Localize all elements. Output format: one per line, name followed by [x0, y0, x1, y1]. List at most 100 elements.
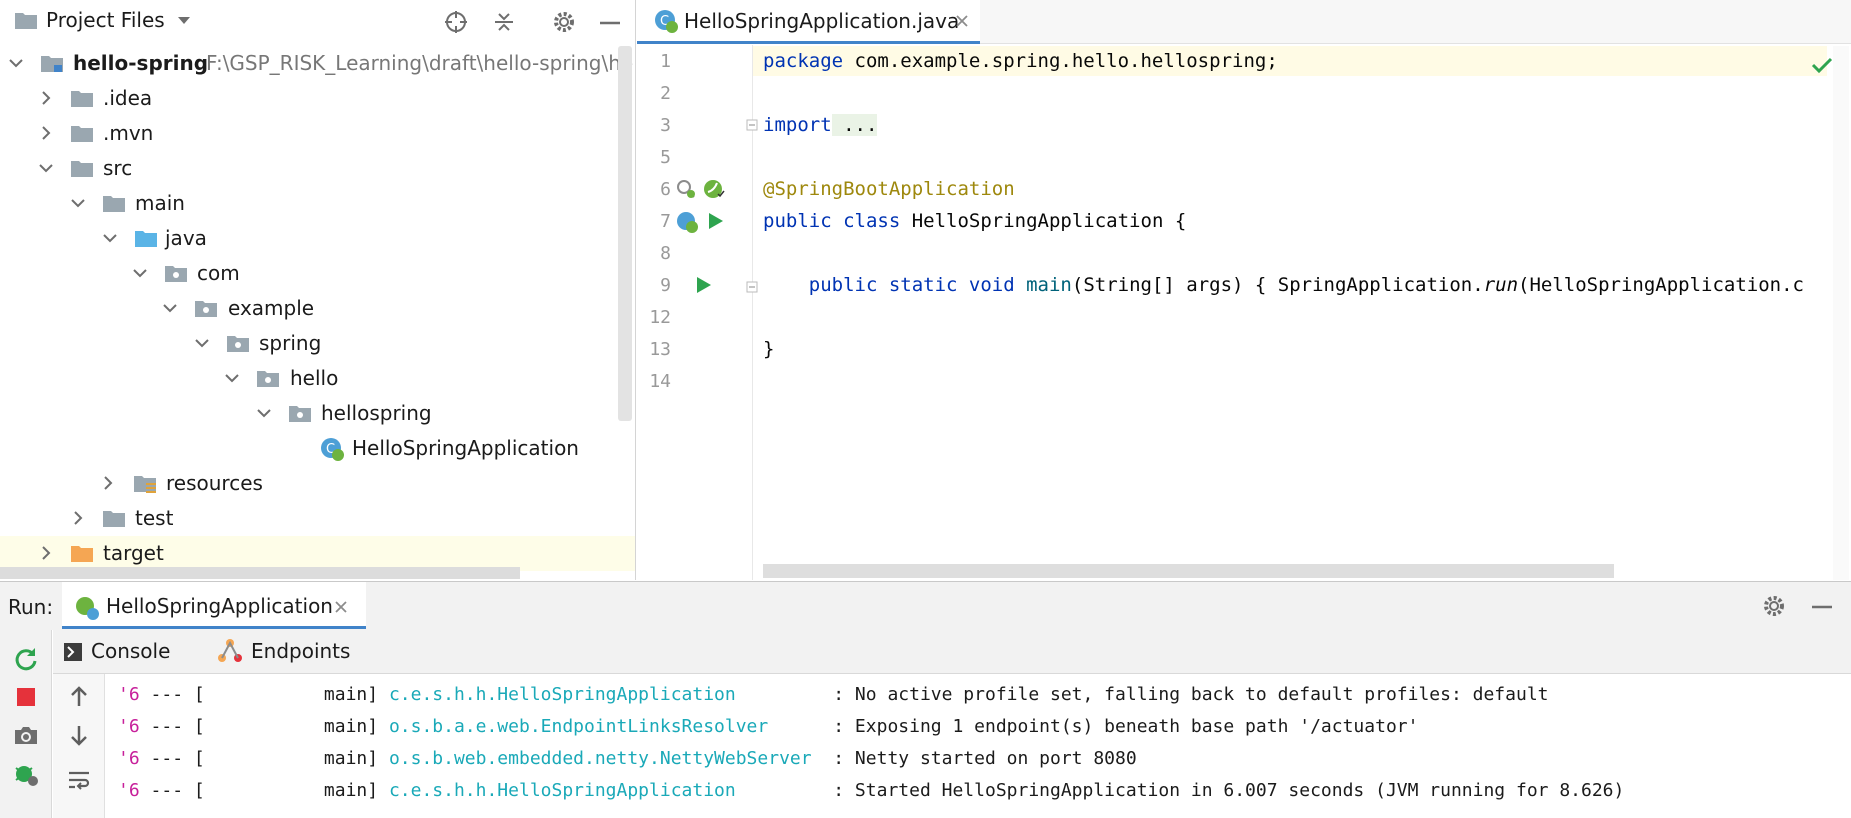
tree-item-mvn[interactable]: .mvn [0, 116, 635, 151]
tree-item-root[interactable]: hello-spring F:\GSP_RISK_Learning\draft\… [0, 46, 635, 81]
endpoints-icon [218, 639, 242, 662]
chevron-down-icon[interactable] [194, 335, 210, 351]
fold-marker-icon[interactable] [746, 119, 758, 133]
run-icon[interactable] [695, 275, 713, 295]
code-line-9[interactable]: public static void main(String[] args) {… [763, 274, 1804, 296]
spring-run-icon [76, 597, 99, 620]
chevron-down-icon[interactable] [70, 195, 86, 211]
tree-item-target[interactable]: target [0, 536, 635, 571]
gear-icon[interactable] [552, 10, 576, 34]
code-line-13[interactable]: } [763, 338, 774, 360]
chevron-down-icon[interactable] [256, 405, 272, 421]
fold-marker-icon[interactable] [746, 281, 758, 295]
minimize-icon[interactable] [1810, 594, 1834, 618]
log-thread: --- [ main] [139, 780, 389, 801]
console-toolbar [53, 674, 105, 818]
code-line-6[interactable]: @SpringBootApplication [763, 178, 1015, 200]
debug-restart-icon[interactable] [12, 760, 40, 788]
code-keyword: import [763, 114, 832, 136]
tree-item-com[interactable]: com [0, 256, 635, 291]
minimize-icon[interactable] [598, 10, 622, 34]
wrap-icon[interactable] [67, 768, 91, 792]
tree-item-src[interactable]: src [0, 151, 635, 186]
chevron-down-icon[interactable] [162, 300, 178, 316]
check-icon[interactable] [1811, 56, 1833, 74]
package-icon [195, 301, 217, 317]
editor-horizontal-scrollbar[interactable] [763, 564, 1614, 578]
chevron-right-icon[interactable] [38, 545, 54, 561]
editor-tab[interactable]: C HelloSpringApplication.java [637, 0, 980, 44]
chevron-down-icon[interactable] [224, 370, 240, 386]
folded-imports[interactable]: ... [831, 114, 878, 136]
chevron-down-icon[interactable] [8, 55, 24, 71]
log-logger[interactable]: c.e.s.h.h.HelloSpringApplication [389, 780, 822, 801]
log-logger[interactable]: o.s.b.web.embedded.netty.NettyWebServer [389, 748, 822, 769]
project-view-title[interactable]: Project Files [46, 8, 165, 32]
code-line-7[interactable]: public class HelloSpringApplication { [763, 210, 1186, 232]
tree-item-example[interactable]: example [0, 291, 635, 326]
tab-console[interactable]: Console [63, 636, 171, 668]
rerun-icon[interactable] [13, 646, 39, 672]
run-config-tab[interactable]: HelloSpringApplication [62, 582, 366, 629]
find-usages-icon[interactable] [675, 178, 697, 200]
log-logger[interactable]: o.s.b.a.e.web.EndpointLinksResolver [389, 716, 822, 737]
horizontal-scrollbar[interactable] [0, 567, 520, 579]
tree-item-spring[interactable]: spring [0, 326, 635, 361]
run-toolbar [0, 630, 52, 818]
log-message: : No active profile set, falling back to… [822, 684, 1549, 705]
package-icon [289, 406, 311, 422]
tree-item-hellospringapplication[interactable]: C HelloSpringApplication [0, 431, 635, 466]
log-line: '6 --- [ main] o.s.b.a.e.web.EndpointLin… [118, 716, 1418, 737]
stop-icon[interactable] [15, 686, 37, 708]
tree-item-hellospring[interactable]: hellospring [0, 396, 635, 431]
console-output[interactable]: '6 --- [ main] c.e.s.h.h.HelloSpringAppl… [106, 674, 1851, 818]
line-number: 3 [660, 115, 671, 136]
log-line: '6 --- [ main] o.s.b.web.embedded.netty.… [118, 748, 1137, 769]
chevron-right-icon[interactable] [70, 510, 86, 526]
gear-icon[interactable] [1762, 594, 1786, 618]
editor-vertical-scrollbar[interactable] [1833, 46, 1849, 580]
run-icon[interactable] [707, 211, 725, 231]
folder-icon [103, 511, 125, 527]
chevron-down-icon[interactable] [38, 160, 54, 176]
editor-tab-bar: C HelloSpringApplication.java [637, 0, 1851, 44]
tree-label: target [103, 541, 164, 565]
log-thread: --- [ main] [139, 748, 389, 769]
chevron-down-icon[interactable] [102, 230, 118, 246]
code-line-1[interactable]: package com.example.spring.hello.hellosp… [763, 50, 1278, 72]
camera-icon[interactable] [12, 722, 40, 748]
close-icon[interactable] [955, 14, 969, 28]
project-panel: Project Files hello-spring F:\GSP_RISK_L… [0, 0, 636, 580]
crosshair-icon[interactable] [444, 10, 468, 34]
log-logger[interactable]: c.e.s.h.h.HelloSpringApplication [389, 684, 822, 705]
line-number: 12 [649, 307, 671, 328]
tree-item-idea[interactable]: .idea [0, 81, 635, 116]
arrow-up-icon[interactable] [69, 684, 89, 708]
tab-endpoints[interactable]: Endpoints [217, 636, 350, 668]
chevron-down-icon[interactable] [176, 14, 192, 28]
run-label: Run: [8, 595, 54, 619]
chevron-right-icon[interactable] [38, 125, 54, 141]
tree-item-hello[interactable]: hello [0, 361, 635, 396]
tree-label: com [197, 261, 240, 285]
chevron-down-icon[interactable] [132, 265, 148, 281]
spring-bean-icon[interactable] [703, 178, 725, 200]
code-line-3[interactable]: import ... [763, 114, 878, 136]
chevron-right-icon[interactable] [38, 90, 54, 106]
arrow-down-icon[interactable] [69, 724, 89, 748]
collapse-icon[interactable] [492, 10, 516, 34]
close-icon[interactable] [334, 600, 348, 614]
tree-item-main[interactable]: main [0, 186, 635, 221]
vertical-scrollbar[interactable] [618, 46, 632, 421]
log-line: '6 --- [ main] c.e.s.h.h.HelloSpringAppl… [118, 684, 1549, 705]
run-subtab-bar: Console Endpoints [53, 630, 1851, 674]
tree-label: hello [290, 366, 339, 390]
run-header: Run: HelloSpringApplication [0, 582, 1851, 630]
tree-item-resources[interactable]: resources [0, 466, 635, 501]
log-message: : Netty started on port 8080 [822, 748, 1137, 769]
tree-item-test[interactable]: test [0, 501, 635, 536]
spring-class-icon[interactable] [675, 210, 699, 234]
chevron-right-icon[interactable] [100, 475, 116, 491]
tree-label: java [165, 226, 207, 250]
tree-item-java[interactable]: java [0, 221, 635, 256]
